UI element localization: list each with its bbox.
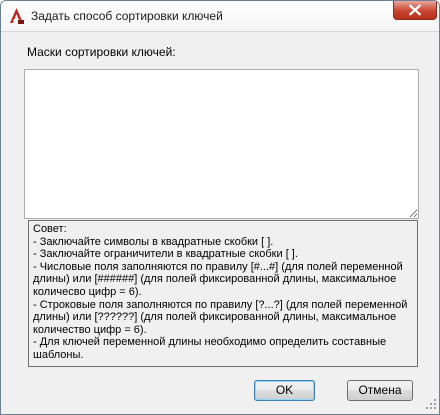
tip-line: - Для ключей переменной длины необходимо… (33, 336, 387, 349)
tip-line: длины) или [######] (для полей фиксирова… (33, 273, 397, 286)
tip-line: - Заключайте символы в квадратные скобки… (33, 235, 274, 248)
dialog-content: Маски сортировки ключей: Совет: - Заключ… (1, 32, 439, 414)
tip-line: - Числовые поля заполняются по правилу [… (33, 260, 403, 273)
window-title: Задать способ сортировки ключей (31, 9, 223, 23)
ok-button[interactable]: OK (254, 380, 315, 401)
masks-label: Маски сортировки ключей: (27, 45, 176, 59)
title-bar[interactable]: Задать способ сортировки ключей (1, 1, 439, 32)
tip-line: - Строковые поля заполняются по правилу … (33, 298, 408, 311)
tip-line: количесво цифр = 6). (33, 285, 142, 298)
close-icon (409, 4, 421, 16)
sort-masks-input[interactable] (24, 69, 419, 219)
resize-grip-icon[interactable] (425, 398, 437, 410)
cancel-button[interactable]: Отмена (347, 380, 413, 401)
tip-line: длины) или [??????] (для полей фиксирова… (33, 311, 397, 324)
autocad-icon (8, 7, 25, 25)
dialog-window: Задать способ сортировки ключей Маски со… (0, 0, 440, 415)
close-button[interactable] (393, 1, 437, 20)
tip-line: Совет: (33, 223, 67, 235)
tip-box: Совет: - Заключайте символы в квадратные… (28, 220, 418, 367)
tip-line: количество цифр = 6). (33, 323, 147, 336)
tip-line: шаблоны. (33, 348, 84, 361)
tip-line: - Заключайте ограничители в квадратные с… (33, 248, 298, 261)
